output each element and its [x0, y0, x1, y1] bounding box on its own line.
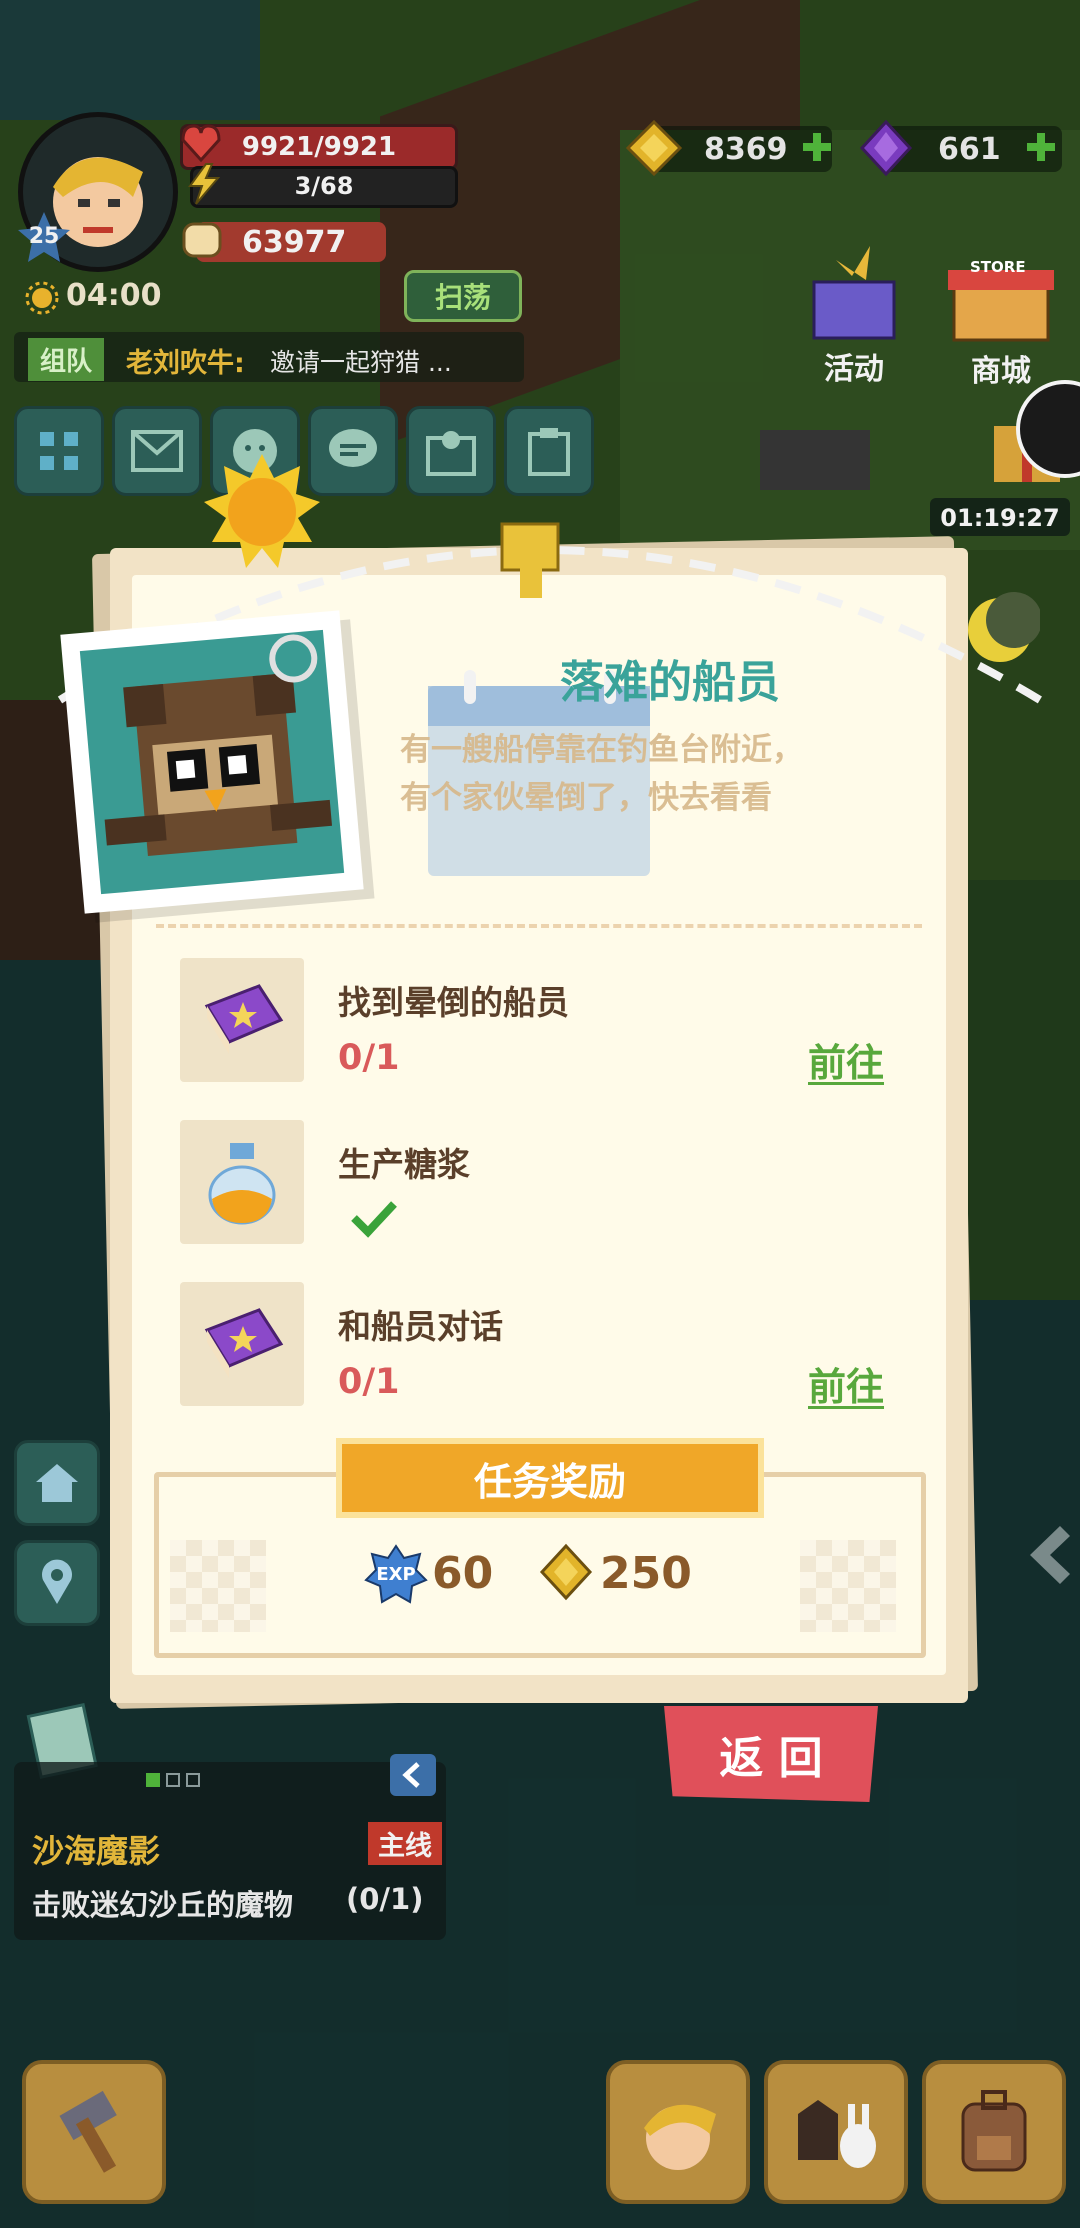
store-sign: STORE	[970, 258, 1026, 276]
reward-checker-right	[800, 1540, 896, 1632]
pets-button[interactable]	[764, 2060, 908, 2204]
reward-gold-coin-icon	[538, 1542, 594, 1602]
cat-and-rabbit-icon	[798, 2100, 876, 2168]
location-pin-icon	[42, 1559, 72, 1604]
sweep-label: 扫荡	[434, 281, 491, 314]
quest-description-line1: 有一艘船停靠在钓鱼台附近，	[400, 732, 803, 768]
reward-title: 任务奖励	[473, 1459, 626, 1504]
reward-checker-left	[170, 1540, 266, 1632]
tracker-page-dots	[146, 1772, 226, 1792]
player-level-text: 25	[28, 224, 60, 249]
fist-icon	[176, 216, 228, 266]
task-goto-button-3[interactable]: 前往	[808, 1356, 884, 1411]
task-icon-1	[180, 958, 304, 1082]
hammer-icon	[59, 2090, 117, 2173]
reward-title-banner: 任务奖励	[336, 1438, 764, 1518]
heart-icon	[178, 120, 224, 166]
task-progress-3: 0/1	[338, 1362, 400, 1402]
shop-label: 商城	[971, 354, 1031, 389]
gem-amount: 661	[938, 132, 1001, 167]
backpack-icon	[961, 2090, 1027, 2172]
task-name-1: 找到晕倒的船员	[338, 983, 569, 1022]
task-icon-2	[180, 1120, 304, 1244]
stamina-text: 3/68	[294, 172, 354, 200]
task-goto-button-1[interactable]: 前往	[808, 1032, 884, 1087]
npc-portrait-frame	[60, 610, 364, 914]
team-chat-tag: 组队	[28, 338, 105, 381]
task-name-2: 生产糖浆	[338, 1145, 470, 1184]
purple-gem-icon	[858, 118, 914, 178]
plus-icon	[803, 133, 831, 161]
shop-button[interactable]: STORE 商城	[940, 250, 1062, 390]
main-quest-tag: 主线	[368, 1822, 442, 1865]
stamina-bar: 3/68	[190, 166, 458, 208]
activity-label: 活动	[824, 352, 884, 387]
moon-icon	[960, 590, 1042, 670]
backpack-button[interactable]	[922, 2060, 1066, 2204]
add-gold-button[interactable]	[800, 130, 834, 164]
sun-icon	[202, 452, 322, 572]
gold-amount: 8369	[704, 132, 788, 167]
divider-dashed	[156, 924, 922, 928]
syrup-bottle-icon	[208, 1143, 276, 1225]
location-button[interactable]	[14, 1540, 100, 1626]
chevron-left-icon	[402, 1762, 420, 1788]
back-label: 返 回	[719, 1733, 823, 1784]
activity-button[interactable]: 活动	[796, 240, 912, 390]
task-icon-3	[180, 1282, 304, 1406]
purple-book-icon	[204, 1308, 284, 1378]
house-icon	[36, 1464, 78, 1502]
exp-badge-icon: EXP	[364, 1544, 428, 1604]
main-quest-objective: 击败迷幻沙丘的魔物	[32, 1888, 294, 1922]
add-gems-button[interactable]	[1024, 130, 1058, 164]
sweep-button[interactable]: 扫荡	[404, 270, 522, 322]
back-button[interactable]: 返 回	[664, 1706, 878, 1802]
hero-face-icon	[644, 2104, 716, 2170]
main-quest-progress: (0/1)	[346, 1882, 424, 1916]
build-hammer-button[interactable]	[22, 2060, 166, 2204]
chat-sender: 老刘吹牛:	[126, 348, 245, 379]
purple-book-icon	[204, 984, 284, 1054]
gold-coin-icon	[624, 118, 684, 178]
main-quest-title: 沙海魔影	[32, 1832, 161, 1870]
power-text: 63977	[242, 225, 347, 260]
chevron-left-icon	[1030, 1526, 1070, 1584]
lightning-icon	[184, 162, 224, 206]
reward-exp-amount: 60	[432, 1548, 494, 1599]
gift-box-icon	[812, 246, 896, 340]
exp-tag: EXP	[376, 1564, 416, 1585]
task-complete-check-icon	[350, 1198, 398, 1238]
expand-arrow-button[interactable]	[1020, 1520, 1080, 1590]
plus-icon	[1027, 133, 1055, 161]
chat-bar[interactable]: 组队 老刘吹牛: 邀请一起狩猎 ...	[14, 332, 524, 382]
reward-gold-amount: 250	[600, 1548, 692, 1599]
home-button[interactable]	[14, 1440, 100, 1526]
quest-description-line2: 有个家伙晕倒了，快去看看	[400, 780, 772, 816]
quest-title: 落难的船员	[560, 657, 780, 708]
tracker-collapse-button[interactable]	[390, 1754, 436, 1796]
chat-message: 邀请一起狩猎 ...	[270, 348, 452, 377]
hero-button[interactable]	[606, 2060, 750, 2204]
task-name-3: 和船员对话	[338, 1307, 503, 1346]
task-progress-1: 0/1	[338, 1038, 400, 1078]
player-level-badge: 25	[16, 210, 72, 266]
timer-sun-icon	[24, 280, 60, 316]
cheese-marker-icon	[496, 518, 566, 608]
day-timer: 04:00	[66, 278, 162, 313]
